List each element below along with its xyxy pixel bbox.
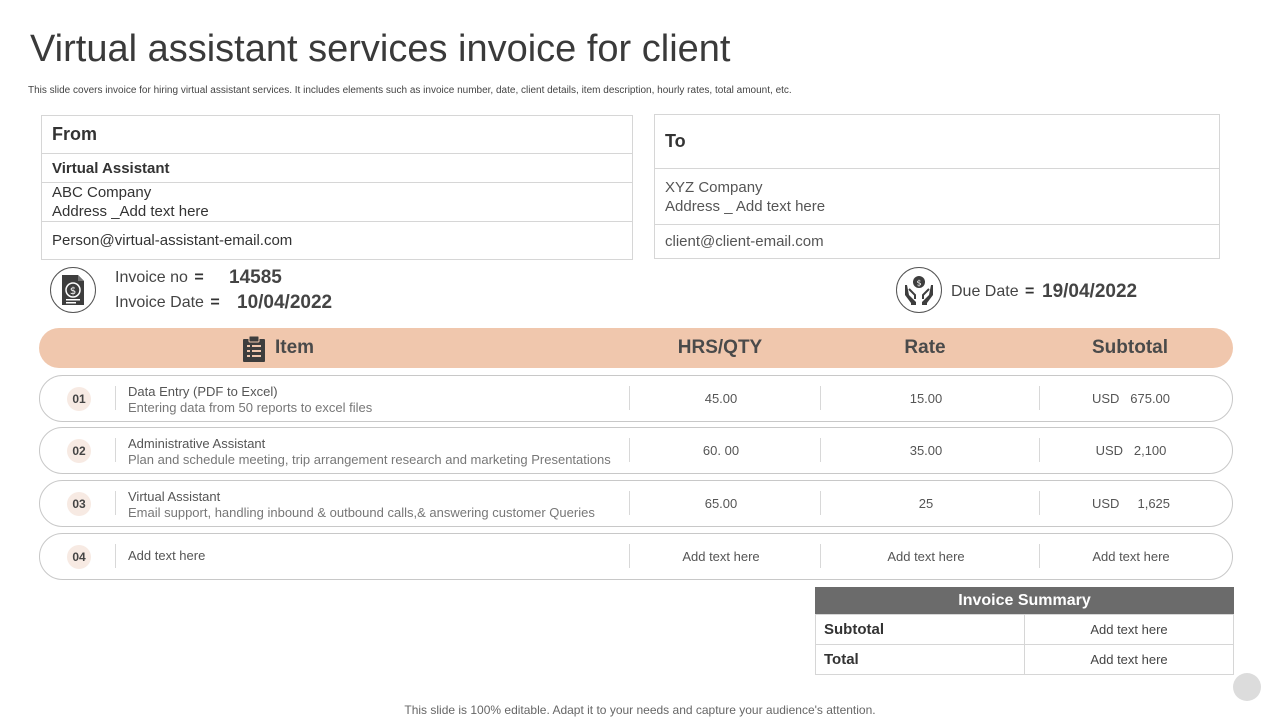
footer-note: This slide is 100% editable. Adapt it to… bbox=[404, 703, 876, 717]
to-heading: To bbox=[655, 115, 1219, 169]
summary-subtotal-label: Subtotal bbox=[815, 614, 1025, 645]
dollar-document-icon: $ bbox=[50, 267, 96, 313]
row-subtotal: USD 2,100 bbox=[1095, 443, 1167, 458]
from-address: Address _Add text here bbox=[52, 203, 209, 220]
money-hands-icon: $ bbox=[896, 267, 942, 313]
row-qty: 45.00 bbox=[704, 391, 738, 406]
row-detail: Entering data from 50 reports to excel f… bbox=[128, 400, 373, 415]
invoice-no-label-wrap: Invoice no = bbox=[115, 269, 204, 287]
header-rate: Rate bbox=[904, 337, 946, 358]
row-rate: 15.00 bbox=[909, 391, 943, 406]
row-subtotal: Add text here bbox=[1092, 549, 1170, 564]
summary-total-label: Total bbox=[815, 644, 1025, 675]
header-item: Item bbox=[275, 337, 315, 358]
from-heading: From bbox=[42, 116, 632, 154]
row-title: Administrative Assistant bbox=[128, 436, 266, 451]
svg-text:$: $ bbox=[916, 279, 921, 288]
row-rate: Add text here bbox=[887, 549, 965, 564]
row-number: 01 bbox=[67, 387, 91, 411]
row-description: Administrative Assistant Plan and schedu… bbox=[128, 436, 611, 468]
invoice-no-value: 14585 bbox=[229, 267, 282, 288]
from-company: ABC Company bbox=[52, 184, 152, 201]
row-qty: Add text here bbox=[682, 549, 760, 564]
row-title: Virtual Assistant bbox=[128, 489, 221, 504]
table-row: 01 Data Entry (PDF to Excel) Entering da… bbox=[39, 375, 1233, 422]
row-rate: 25 bbox=[918, 496, 934, 511]
invoice-summary: Invoice Summary Subtotal Add text here T… bbox=[815, 587, 1234, 677]
row-qty: 65.00 bbox=[704, 496, 738, 511]
to-address: Address _ Add text here bbox=[665, 197, 826, 215]
page-title: Virtual assistant services invoice for c… bbox=[30, 28, 731, 70]
row-detail: Email support, handling inbound & outbou… bbox=[128, 505, 595, 520]
due-date-value: 19/04/2022 bbox=[1042, 281, 1138, 302]
invoice-date-value: 10/04/2022 bbox=[237, 292, 333, 313]
to-company-block: XYZ Company Address _ Add text here bbox=[655, 169, 1219, 225]
summary-heading: Invoice Summary bbox=[815, 587, 1234, 614]
table-row: 03 Virtual Assistant Email support, hand… bbox=[39, 480, 1233, 527]
slide-nav-button[interactable] bbox=[1233, 673, 1261, 701]
row-number: 03 bbox=[67, 492, 91, 516]
row-subtotal: USD 675.00 bbox=[1091, 391, 1171, 406]
invoice-no-equals: = bbox=[194, 269, 204, 286]
row-subtotal: USD 1,625 bbox=[1091, 496, 1171, 511]
header-subtotal: Subtotal bbox=[1092, 337, 1168, 358]
invoice-date-label: Invoice Date bbox=[115, 294, 204, 311]
clipboard-icon bbox=[240, 335, 268, 368]
row-detail: Plan and schedule meeting, trip arrangem… bbox=[128, 452, 611, 467]
due-date-equals: = bbox=[1025, 283, 1035, 300]
from-email: Person@virtual-assistant-email.com bbox=[52, 232, 293, 249]
due-date-label-wrap: Due Date = bbox=[951, 283, 1034, 301]
invoice-no-label: Invoice no bbox=[115, 269, 188, 286]
to-box: To XYZ Company Address _ Add text here c… bbox=[654, 114, 1220, 259]
invoice-date-equals: = bbox=[210, 294, 220, 311]
row-number: 02 bbox=[67, 439, 91, 463]
row-title: Add text here bbox=[128, 548, 206, 563]
row-title: Data Entry (PDF to Excel) bbox=[128, 384, 278, 399]
header-qty: HRS/QTY bbox=[677, 337, 763, 358]
table-row: 04 Add text here Add text here Add text … bbox=[39, 533, 1233, 580]
from-company-block: ABC Company Address _Add text here bbox=[42, 183, 632, 222]
from-name: Virtual Assistant bbox=[42, 154, 632, 183]
page-subtitle: This slide covers invoice for hiring vir… bbox=[28, 85, 792, 96]
summary-total-value: Add text here bbox=[1024, 644, 1234, 675]
due-date-label: Due Date bbox=[951, 283, 1019, 300]
summary-subtotal-value: Add text here bbox=[1024, 614, 1234, 645]
row-description: Data Entry (PDF to Excel) Entering data … bbox=[128, 384, 372, 416]
row-qty: 60. 00 bbox=[702, 443, 740, 458]
to-company: XYZ Company bbox=[665, 178, 763, 196]
row-number: 04 bbox=[67, 545, 91, 569]
from-box: From Virtual Assistant ABC Company Addre… bbox=[41, 115, 633, 260]
row-description: Virtual Assistant Email support, handlin… bbox=[128, 489, 595, 521]
to-email: client@client-email.com bbox=[665, 233, 824, 250]
table-header: Item HRS/QTY Rate Subtotal bbox=[39, 328, 1233, 368]
row-description: Add text here bbox=[128, 548, 205, 564]
svg-text:$: $ bbox=[70, 286, 76, 297]
row-rate: 35.00 bbox=[909, 443, 943, 458]
table-row: 02 Administrative Assistant Plan and sch… bbox=[39, 427, 1233, 474]
invoice-date-label-wrap: Invoice Date = bbox=[115, 294, 220, 312]
